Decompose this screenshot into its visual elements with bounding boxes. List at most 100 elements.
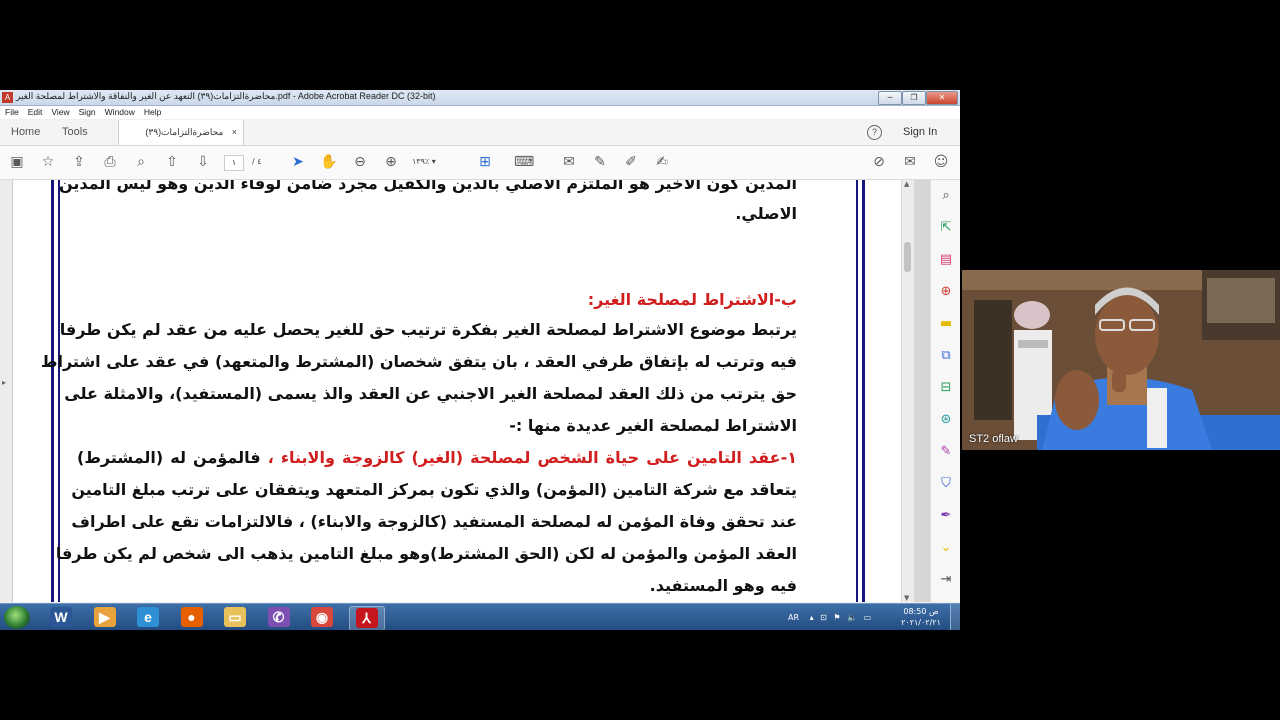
bookmark-star-icon[interactable]: ☆ — [39, 154, 57, 170]
more-tools-icon[interactable]: ⌄ — [938, 540, 954, 556]
menu-sign[interactable]: Sign — [74, 106, 100, 117]
document-line: العقد المؤمن والمؤمن له لكن (الحق المشتر… — [56, 544, 797, 563]
organize-pages-icon[interactable]: ▤ — [938, 252, 954, 268]
expand-pane-icon[interactable]: ⇥ — [938, 572, 954, 588]
red-heading-text: ب-الاشتراط لمصلحة الغير: — [587, 290, 797, 309]
sign-in-button[interactable]: Sign In — [903, 120, 937, 145]
body-text: فالمؤمن له (المشترط) — [77, 448, 261, 467]
page-down-icon[interactable]: ⇩ — [194, 154, 212, 170]
search-tool-icon[interactable]: ⌕ — [938, 188, 954, 204]
protect-icon[interactable]: ⛉ — [938, 476, 954, 492]
add-person-icon[interactable]: ☺ — [932, 154, 950, 170]
participant-video: ST2 oflaw — [962, 270, 1280, 450]
scrollbar-thumb[interactable] — [904, 242, 911, 272]
help-icon[interactable]: ? — [867, 125, 882, 140]
tray-arrow-icon[interactable]: ▴ — [810, 613, 814, 622]
edit-pdf-icon[interactable]: ⊟ — [938, 380, 954, 396]
document-line: الاشتراط لمصلحة الغير عديدة منها :- — [509, 416, 797, 435]
clock[interactable]: 08:50 ص ٢٠٢١/٠٢/٢١ — [898, 606, 944, 628]
document-line: يتعاقد مع شركة التامين (المؤمن) والذي تك… — [71, 480, 797, 499]
select-cursor-icon[interactable]: ➤ — [289, 154, 307, 170]
document-viewport[interactable]: ▸ المدين كون الأخير هو الملتزم الأصلي با… — [0, 180, 930, 602]
taskbar-media-player-button[interactable]: ▶ — [88, 606, 122, 629]
taskbar-file-explorer-button[interactable]: ▭ — [218, 606, 252, 629]
tab-document[interactable]: × محاضرةالتزامات(٣٩) التع... — [118, 120, 244, 162]
document-line: فيه وترتب له بإتفاق طرفي العقد ، بان يتف… — [41, 352, 797, 371]
clock-time: 08:50 ص — [903, 607, 939, 616]
acrobat-app-icon[interactable]: A — [2, 92, 13, 103]
hand-icon[interactable]: ✋ — [320, 154, 338, 170]
participant-name: ST2 oflaw — [969, 433, 1018, 445]
vertical-scrollbar[interactable]: ▲ ▼ — [902, 180, 914, 602]
system-tray: AR ▴ ⊡ ⚑ 🔈 ▭ — [788, 604, 871, 630]
comment-icon[interactable]: ✉ — [560, 154, 578, 170]
page-up-icon[interactable]: ⇧ — [163, 154, 181, 170]
expand-left-pane-icon[interactable]: ▸ — [2, 378, 6, 387]
sign-pen-icon[interactable]: ✒ — [938, 508, 954, 524]
highlight-icon[interactable]: ✎ — [591, 154, 609, 170]
draw-icon[interactable]: ✐ — [622, 154, 640, 170]
acrobat-window: A محاضرةالتزامات(٣٩) التعهد عن الغير وال… — [0, 90, 960, 630]
taskbar-acrobat-button[interactable]: ⅄ — [348, 606, 385, 630]
send-review-icon[interactable]: ⊛ — [938, 412, 954, 428]
menu-help[interactable]: Help — [139, 106, 165, 117]
language-indicator[interactable]: AR — [788, 613, 799, 622]
email-icon[interactable]: ✉ — [901, 154, 919, 170]
document-tab-close-icon[interactable]: × — [232, 127, 237, 137]
zoom-in-icon[interactable]: ⊕ — [382, 154, 400, 170]
taskbar-internet-explorer-button[interactable]: e — [131, 606, 165, 629]
document-line: حق يترتب من ذلك العقد لمصلحة الغير الاجن… — [64, 384, 797, 403]
body-text: فيه وهو المستفيد. — [649, 576, 797, 595]
file-explorer-icon: ▭ — [224, 607, 246, 627]
tab-home[interactable]: Home — [11, 120, 40, 145]
body-text: يرتبط موضوع الاشتراط لمصلحة الغير بفكرة … — [59, 320, 797, 339]
firefox-icon: ● — [180, 607, 203, 627]
close-button[interactable]: ✕ — [926, 91, 958, 105]
taskbar-word-button[interactable]: W — [44, 606, 78, 629]
sign-icon[interactable]: ✍ — [653, 154, 671, 170]
zoom-level-dropdown[interactable]: ١٣٩٪ ▾ — [412, 155, 436, 169]
combine-files-icon[interactable]: ⧉ — [938, 348, 954, 364]
export-pdf-icon[interactable]: ⇱ — [938, 220, 954, 236]
page-number-input[interactable]: ١ — [224, 155, 244, 171]
share-link-icon[interactable]: ⊘ — [870, 154, 888, 170]
comment-tool-icon[interactable]: ▬ — [938, 316, 954, 332]
fit-page-icon[interactable]: ⊞ — [476, 154, 494, 170]
media-player-icon: ▶ — [93, 607, 116, 627]
network-icon[interactable]: ⊡ — [820, 613, 827, 622]
menu-view[interactable]: View — [46, 106, 73, 117]
body-text: حق يترتب من ذلك العقد لمصلحة الغير الاجن… — [64, 384, 797, 403]
minimize-button[interactable]: ─ — [878, 91, 902, 105]
display-icon[interactable]: ▭ — [864, 613, 872, 622]
menu-edit[interactable]: Edit — [23, 106, 47, 117]
chrome-icon: ◉ — [311, 607, 333, 627]
menu-file[interactable]: File — [0, 106, 23, 117]
tab-bar: Home Tools × محاضرةالتزامات(٣٩) التع... … — [0, 120, 960, 162]
red-heading-text: ١-عقد التامين على حياة الشخص لمصلحة (الغ… — [267, 448, 797, 467]
scroll-up-arrow-icon[interactable]: ▲ — [904, 180, 909, 188]
scroll-down-arrow-icon[interactable]: ▼ — [904, 594, 909, 602]
menu-bar: File Edit View Sign Window Help — [0, 106, 960, 119]
windows-taskbar: W ▶ e ● ▭ ✆ ◉ ⅄ AR ▴ ⊡ ⚑ 🔈 ▭ 08:50 ص ٢٠٢١/٠٢/٢١ — [0, 603, 960, 630]
restore-button[interactable]: ❐ — [902, 91, 926, 105]
flag-icon[interactable]: ⚑ — [833, 613, 840, 622]
volume-icon[interactable]: 🔈 — [847, 613, 857, 622]
taskbar-firefox-button[interactable]: ● — [175, 606, 209, 629]
show-desktop-button[interactable] — [950, 604, 960, 630]
menu-window[interactable]: Window — [100, 106, 139, 117]
start-button[interactable] — [4, 606, 30, 629]
upload-icon[interactable]: ⇪ — [70, 154, 88, 170]
taskbar-viber-button[interactable]: ✆ — [262, 606, 296, 629]
fill-sign-icon[interactable]: ✎ — [938, 444, 954, 460]
zoom-out-icon[interactable]: ⊖ — [351, 154, 369, 170]
taskbar-chrome-button[interactable]: ◉ — [305, 606, 339, 629]
tab-tools[interactable]: Tools — [62, 120, 88, 145]
create-pdf-icon[interactable]: ⊕ — [938, 284, 954, 300]
body-text: عند تحقق وفاة المؤمن له لمصلحة المستفيد … — [71, 512, 797, 531]
print-icon[interactable]: ⎙ — [101, 154, 119, 170]
search-icon[interactable]: ⌕ — [132, 154, 150, 170]
document-line: الاصلي. — [735, 204, 797, 223]
save-icon[interactable]: ▣ — [8, 154, 26, 170]
left-pane-collapsed[interactable]: ▸ — [0, 180, 13, 602]
scroll-mode-icon[interactable]: ⌨ — [514, 154, 534, 170]
